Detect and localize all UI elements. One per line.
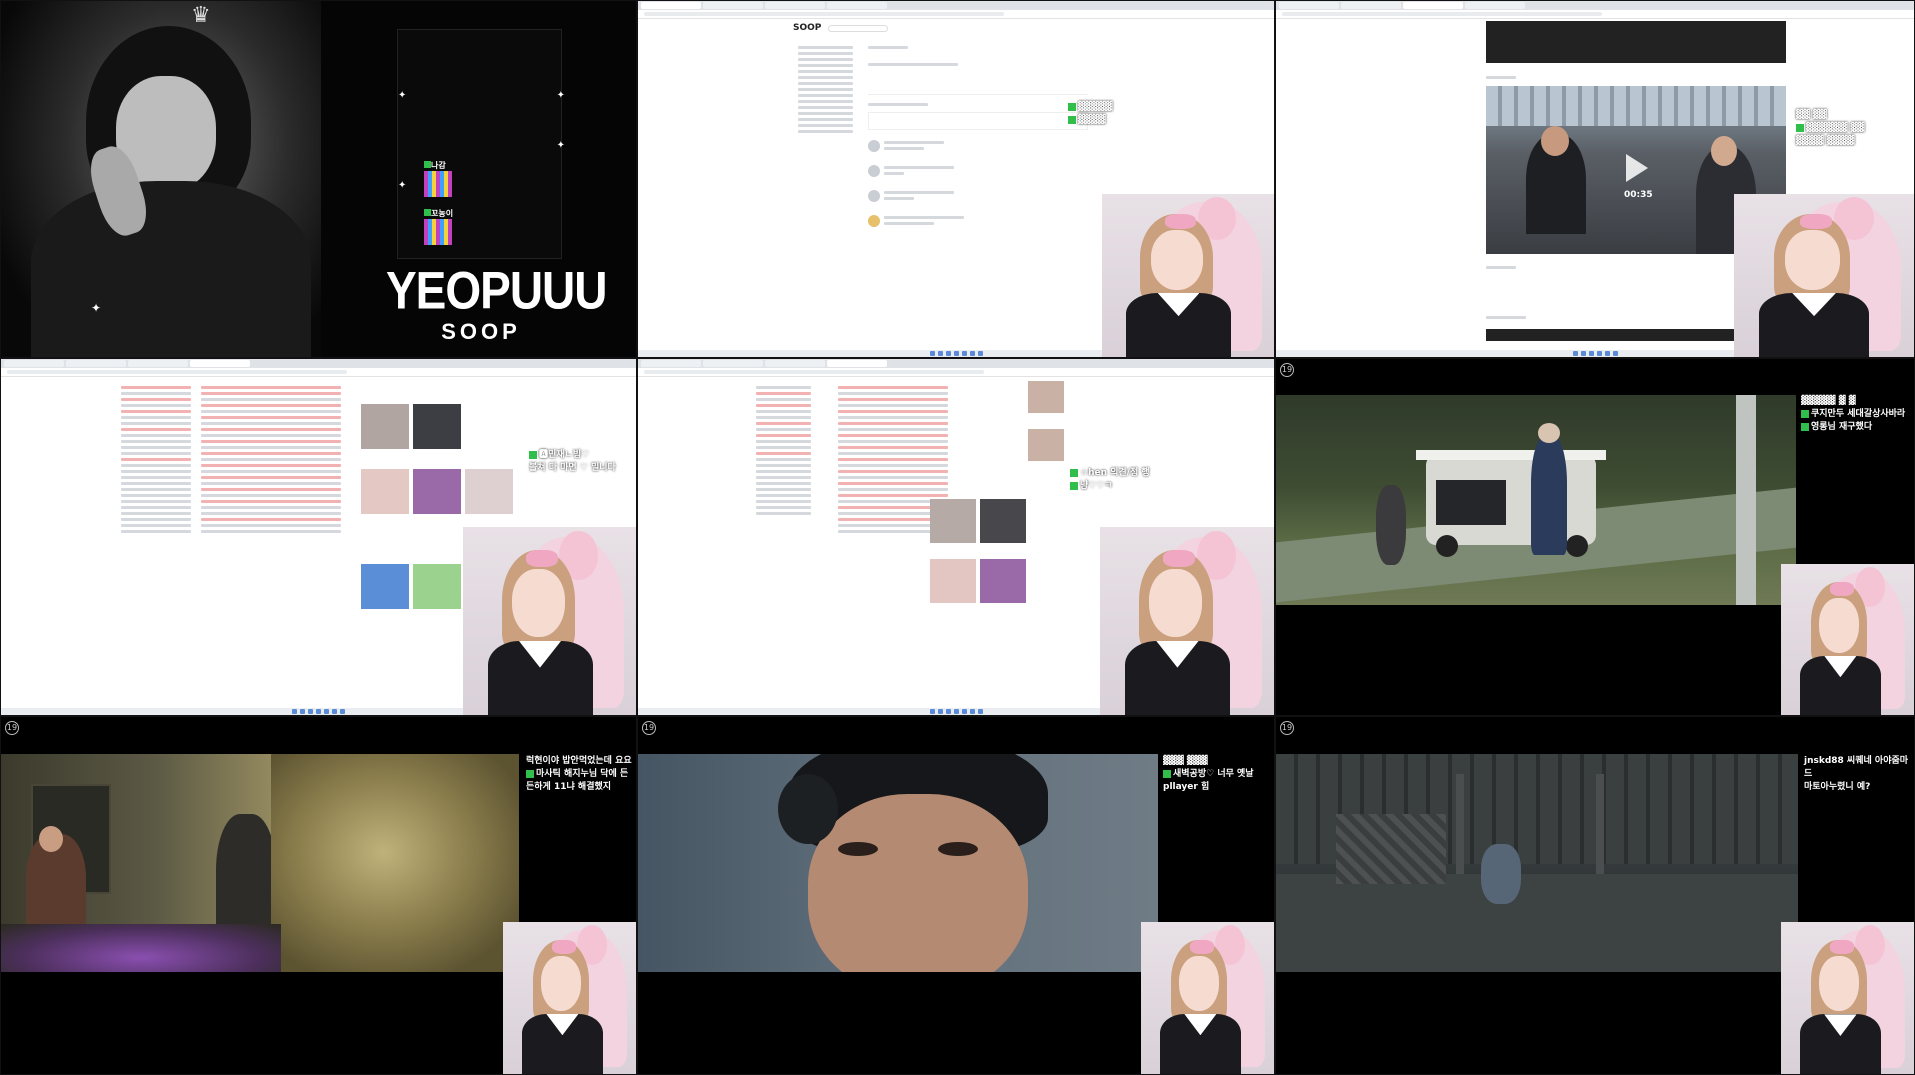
chat-line-3: 든하게 11냐 해결했지 [526, 782, 612, 792]
chat-overlay: ▓▓▓ ▓▓▓ 새벽공방♡ 너무 옛날 pllayer 힘 [1163, 755, 1274, 794]
chat-overlay: ☆hen 의견/점 행 냥♡♡ㅋ [1070, 467, 1190, 493]
video-collage: ♛ ✦ ✦ ✦ ✦ ✦ 나감 꼬농이 YEOPUUU SOOP SOOP ▓▓▓… [0, 0, 1915, 1075]
alert-name-2: 꼬농이 [431, 209, 454, 218]
tile-4-browser: 🅰민재ㄴ빔♡ 볼쳐 다 마면 ♡ 밀니다 [0, 358, 637, 716]
age-rating-badge: 19 [642, 721, 656, 735]
streamer-cam [1102, 194, 1274, 357]
age-rating-badge: 19 [1280, 721, 1294, 735]
chat-overlay: 럭현이야 밥안먹었는데 요요 마사틱 해지누님 닥에 든 든하게 11냐 해결했… [526, 755, 636, 794]
chat-overlay: ▓▓ ▓▓ ▓▓▓▓▓▓ ▓▓ ▓▓▓▓ ▓▓▓▓ [1796, 110, 1865, 146]
age-rating-badge: 19 [5, 721, 19, 735]
movie-frame [1, 754, 519, 972]
chat-badge [1163, 769, 1171, 778]
tile-6-movie: 19 ▓▓▓▓▓ ▓ ▓ 쿠지만두 세대갈상사바라 영롱님 재구했다 [1275, 358, 1915, 716]
chat-overlay: jnskd88 씨퀘네 아야줌마 드 마토아누렸니 예? [1804, 755, 1914, 794]
chat-overlay: ▓▓▓▓▓ ▓▓▓▓ [1068, 101, 1178, 127]
sparkle-icon: ✦ [91, 301, 102, 315]
alert-name-1: 나감 [431, 161, 446, 170]
chat-line-1: jnskd88 씨퀘네 아야줌마 [1804, 756, 1909, 766]
tile-1-promo: ♛ ✦ ✦ ✦ ✦ ✦ 나감 꼬농이 YEOPUUU SOOP [0, 0, 637, 358]
chat-badge [1801, 422, 1809, 431]
tile-2-browser: SOOP ▓▓▓▓▓ ▓▓▓▓ [637, 0, 1275, 358]
play-icon[interactable] [1626, 154, 1648, 182]
streamer-cam [1100, 527, 1274, 715]
tile-8-movie: 19 ▓▓▓ ▓▓▓ 새벽공방♡ 너무 옛날 pllayer 힘 [637, 716, 1275, 1075]
crown-icon: ♛ [191, 3, 211, 28]
tile-3-browser: 00:35 ▓▓ ▓▓ ▓▓▓▓▓▓ ▓▓ ▓▓▓▓ ▓▓▓▓ [1275, 0, 1915, 358]
streamer-cam [463, 527, 636, 715]
movie-frame [638, 754, 1158, 972]
age-rating-badge: 19 [1280, 363, 1294, 377]
streamer-cam [1781, 564, 1914, 715]
alert-panel: ✦ ✦ ✦ ✦ 나감 꼬농이 [397, 29, 565, 259]
soop-logo: SOOP [793, 23, 822, 33]
chat-line-1: ☆hen 의견/점 행 [1080, 468, 1150, 478]
tile-5-browser: ☆hen 의견/점 행 냥♡♡ㅋ [637, 358, 1275, 716]
movie-frame [1276, 754, 1798, 972]
chat-line-2: 드 [1804, 769, 1813, 779]
play-time: 00:35 [1624, 190, 1653, 200]
chat-line-2: 영롱님 재구했다 [1811, 422, 1873, 432]
chat-line-1: 🅰민재ㄴ빔♡ [539, 450, 590, 460]
chat-badge [526, 769, 534, 778]
brand-subtitle: SOOP [441, 319, 521, 344]
tile-9-movie: 19 jnskd88 씨퀘네 아야줌마 드 마토아누렸니 예? [1275, 716, 1915, 1075]
chat-line-2: 냥♡♡ㅋ [1080, 481, 1113, 491]
chat-line-1: 새벽공방♡ 너무 옛날 [1173, 769, 1254, 779]
chat-line-2: pllayer 힘 [1163, 782, 1210, 792]
chat-badge [529, 450, 537, 459]
chat-overlay: 🅰민재ㄴ빔♡ 볼쳐 다 마면 ♡ 밀니다 [529, 449, 636, 475]
portrait-photo [1, 1, 321, 357]
tile-7-movie: 19 럭현이야 밥안먹었는데 요요 마사틱 해지누님 닥에 든 든하게 11냐 … [0, 716, 637, 1075]
chat-line-3: 마토아누렸니 예? [1804, 782, 1871, 792]
chat-line-1: 럭현이야 밥안먹었는데 요요 [526, 756, 632, 766]
brand-title: YEOPUUU [386, 260, 607, 320]
streamer-cam [1734, 194, 1914, 357]
chat-line-1: 쿠지만두 세대갈상사바라 [1811, 409, 1906, 419]
chat-line-2: 마사틱 해지누님 닥에 든 [536, 769, 629, 779]
streamer-cam [503, 922, 636, 1074]
chat-badge [1070, 468, 1078, 477]
movie-frame [1276, 395, 1796, 605]
chat-line-2: 볼쳐 다 마면 ♡ 밀니다 [529, 463, 616, 473]
chat-badge [1801, 409, 1809, 418]
chat-overlay: ▓▓▓▓▓ ▓ ▓ 쿠지만두 세대갈상사바라 영롱님 재구했다 [1801, 396, 1906, 432]
streamer-cam [1141, 922, 1274, 1074]
streamer-cam [1781, 922, 1914, 1074]
chat-badge [1070, 481, 1078, 490]
